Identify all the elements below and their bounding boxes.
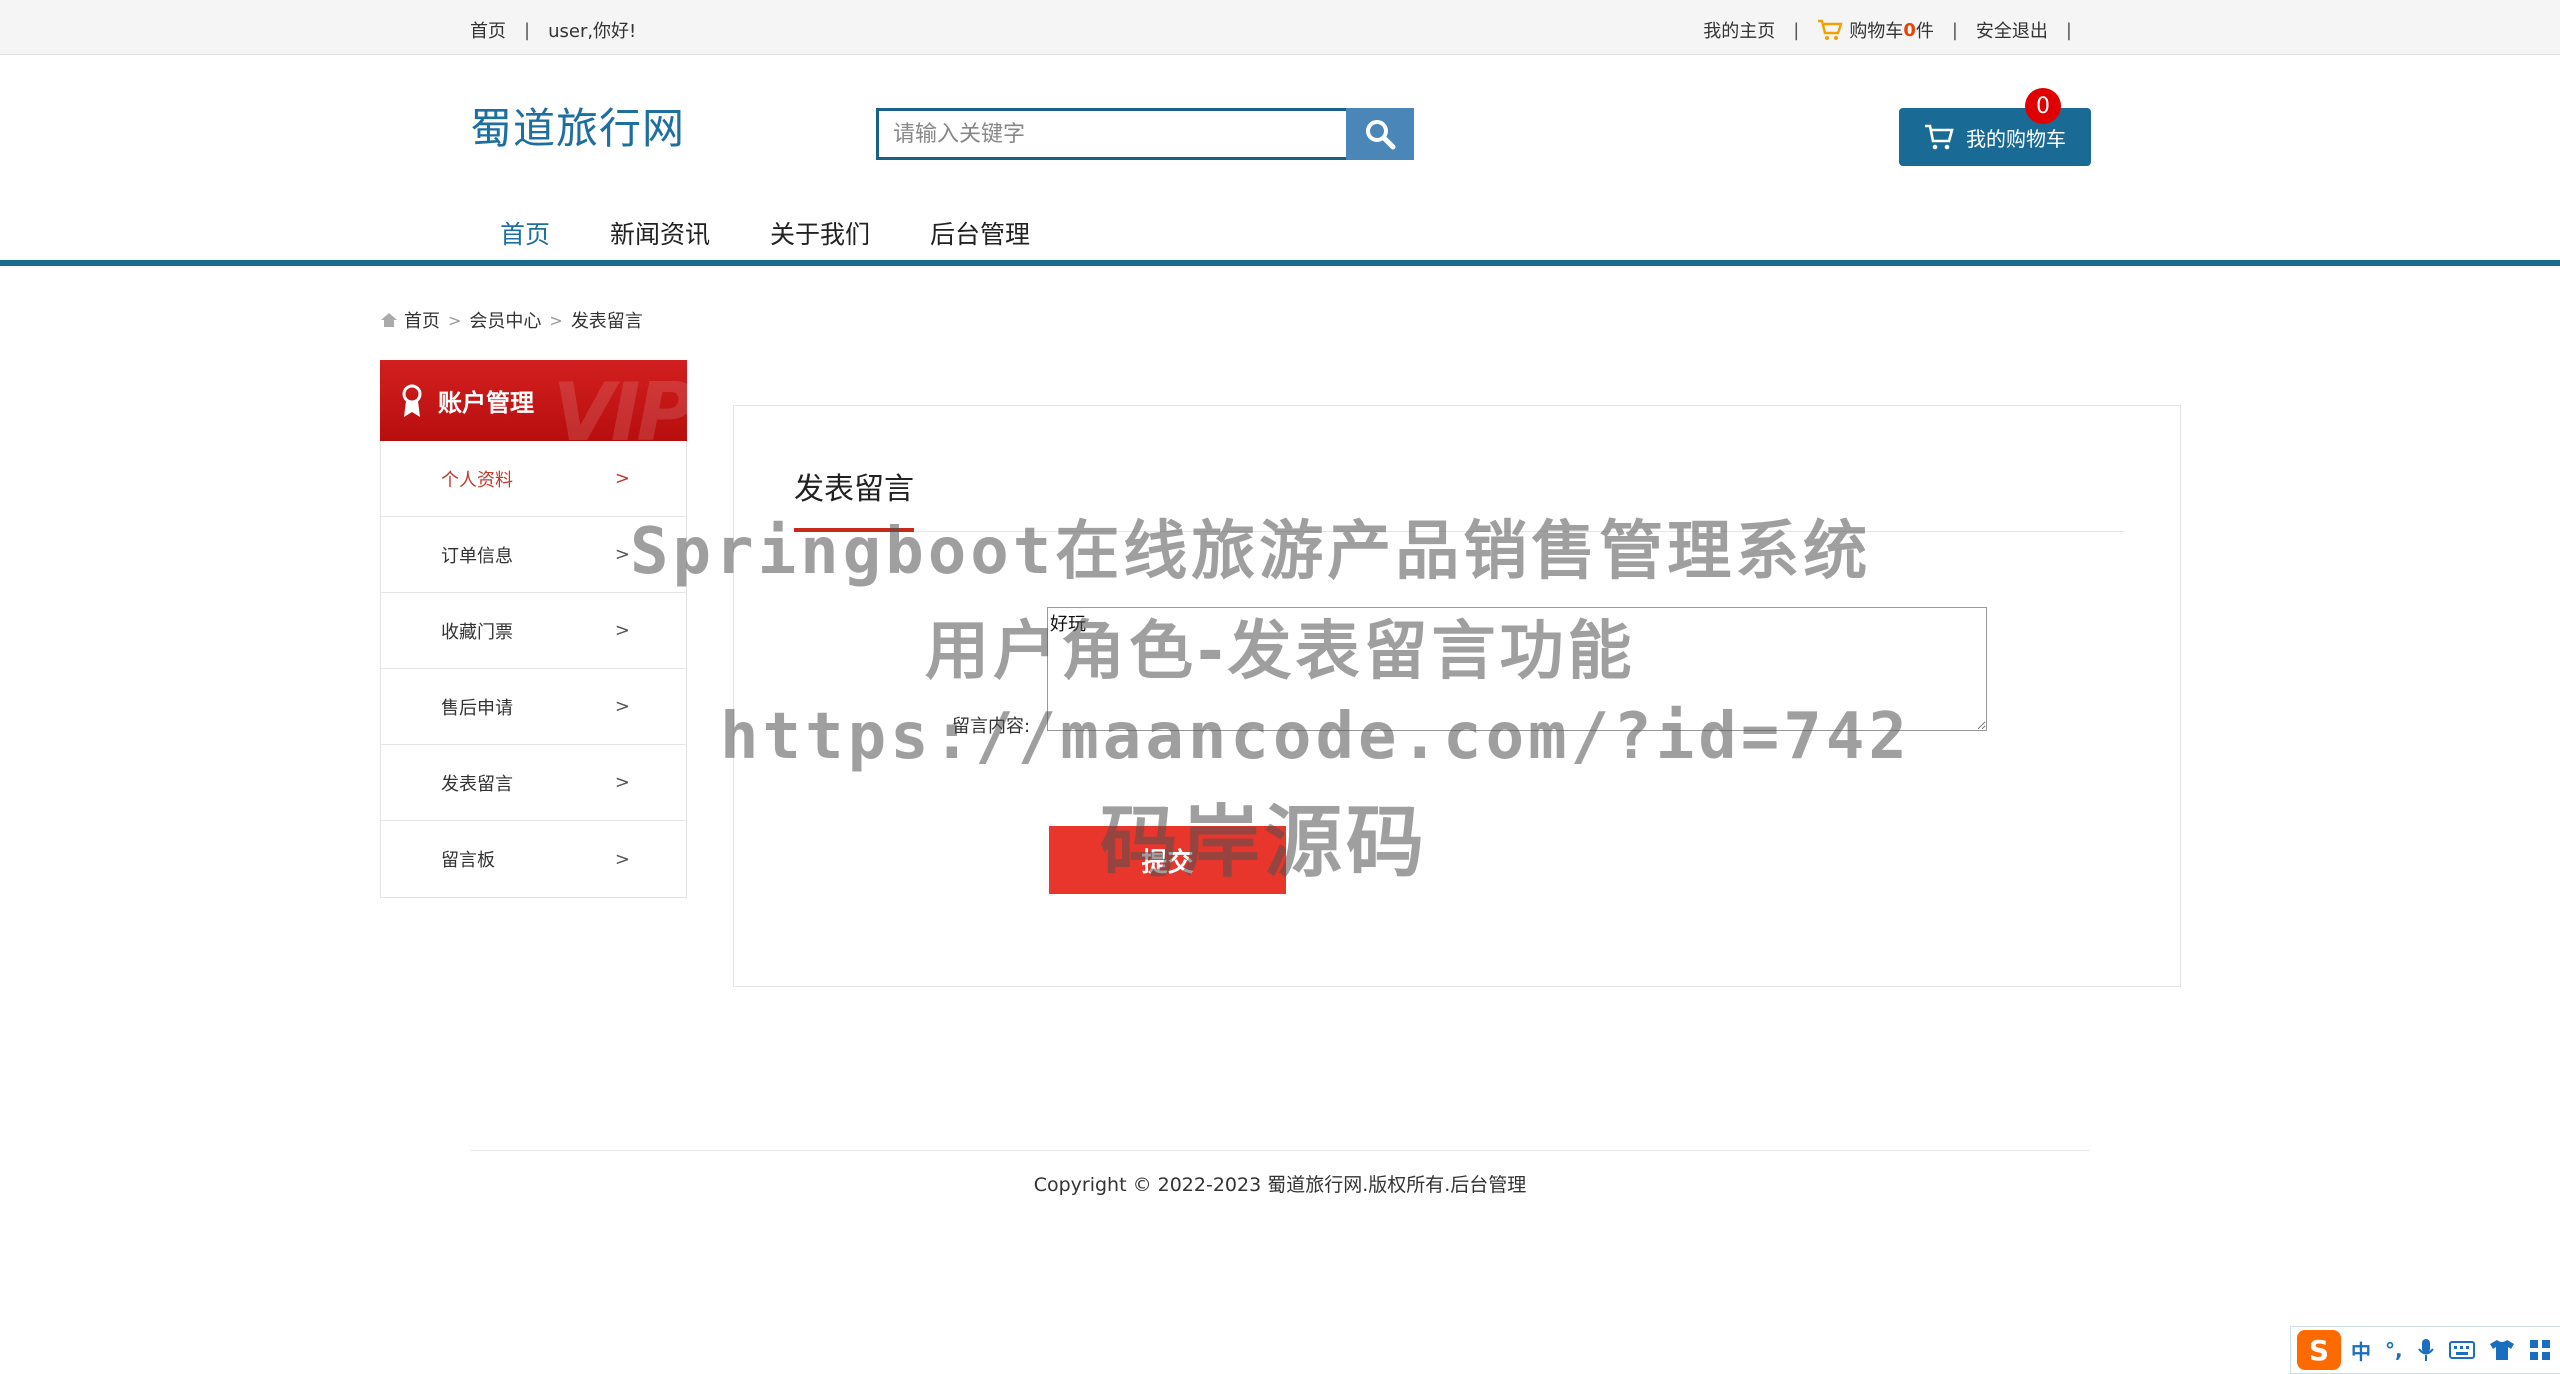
sogou-logo-icon[interactable]: S [2297,1330,2341,1370]
search-icon [1366,120,1396,150]
watermark-line: Springboot在线旅游产品销售管理系统 [630,515,1872,589]
mini-cart-count: 0 [1903,19,1916,41]
footer-copyright: Copyright © 2022-2023 蜀道旅行网.版权所有.后台管理 [1033,1174,1527,1196]
sidebar-item-message-board[interactable]: 留言板 > [381,821,686,897]
watermark-line: https://maancode.com/?id=742 [720,700,1911,774]
search-button[interactable] [1346,108,1414,160]
sidebar-item-label: 订单信息 [441,545,513,567]
breadcrumb-current: 发表留言 [570,311,643,332]
separator: | [1793,19,1800,41]
user-greeting: user,你好! [548,21,637,42]
account-sidebar: 账户管理 VIP 个人资料 > 订单信息 > 收藏门票 > 售后申请 > 发表留… [380,360,687,898]
mini-cart-suffix: 件 [1915,21,1934,42]
chevron-right-icon: > [614,696,630,717]
sidebar-item-post-message[interactable]: 发表留言 > [381,745,686,821]
award-icon [402,384,422,417]
search-bar [876,108,1414,160]
sidebar-item-label: 售后申请 [441,697,513,719]
vip-watermark: VIP [552,366,687,441]
top-home-link[interactable]: 首页 [470,17,506,43]
ime-language-toggle[interactable]: 中 [2351,1336,2371,1365]
site-logo[interactable]: 蜀道旅行网 [470,95,685,156]
cart-icon [1925,124,1954,150]
sidebar-item-after-sales[interactable]: 售后申请 > [381,669,686,745]
chevron-right-icon: > [614,772,630,793]
sidebar-item-label: 发表留言 [441,773,513,795]
sidebar-item-label: 留言板 [441,850,495,871]
mini-cart-link[interactable]: 购物车 0 件 [1817,17,1934,43]
my-cart-label: 我的购物车 [1966,126,2066,151]
footer-divider [470,1150,2090,1151]
sidebar-title: 账户管理 [438,389,534,417]
sidebar-item-label: 个人资料 [441,469,513,491]
cart-icon [1818,19,1843,40]
separator: | [2065,19,2072,41]
watermark-line: 码岸源码 [1100,798,1429,888]
breadcrumb-separator: > [448,310,462,330]
sidebar-item-label: 收藏门票 [441,621,513,643]
logout-link[interactable]: 安全退出 [1976,17,2048,43]
sidebar-header: 账户管理 VIP [380,360,687,441]
nav-about[interactable]: 关于我们 [770,215,870,251]
breadcrumb-separator: > [549,310,563,330]
cart-count-badge: 0 [2025,88,2061,124]
main-nav: 首页 新闻资讯 关于我们 后台管理 [470,215,1090,251]
keyboard-icon[interactable] [2448,1340,2475,1360]
mini-cart-prefix: 购物车 [1849,21,1904,42]
nav-admin[interactable]: 后台管理 [930,215,1030,251]
top-bar-left: 首页 | user,你好! [470,17,636,43]
skin-shirt-icon[interactable] [2489,1339,2515,1361]
ime-toolbar: S 中 °, [2290,1326,2560,1374]
chevron-right-icon: > [614,468,630,489]
breadcrumb-home[interactable]: 首页 [404,307,440,333]
chevron-right-icon: > [614,848,630,870]
separator: | [524,19,531,41]
home-icon [381,313,397,327]
breadcrumb-member-center[interactable]: 会员中心 [469,307,541,333]
nav-news[interactable]: 新闻资讯 [610,215,710,251]
chevron-right-icon: > [614,544,630,565]
sidebar-item-favorites[interactable]: 收藏门票 > [381,593,686,669]
nav-divider [0,260,2560,266]
top-bar: 首页 | user,你好! 我的主页 | 购物车 0 件 | 安全退出 | [0,0,2560,55]
message-form-panel: 发表留言 留言内容: 提交 [733,405,2181,987]
my-home-link[interactable]: 我的主页 [1703,17,1775,43]
ime-punctuation-toggle[interactable]: °, [2385,1338,2403,1362]
my-cart-button[interactable]: 我的购物车 0 [1899,88,2091,166]
separator: | [1951,19,1958,41]
top-bar-right: 我的主页 | 购物车 0 件 | 安全退出 | [1703,17,2090,43]
breadcrumb: 首页 > 会员中心 > 发表留言 [380,307,643,333]
nav-home[interactable]: 首页 [500,215,550,251]
toolbox-grid-icon[interactable] [2529,1339,2551,1361]
microphone-icon[interactable] [2417,1338,2435,1362]
chevron-right-icon: > [614,620,630,641]
watermark-line: 用户角色-发表留言功能 [925,615,1636,689]
search-input[interactable] [876,108,1346,160]
